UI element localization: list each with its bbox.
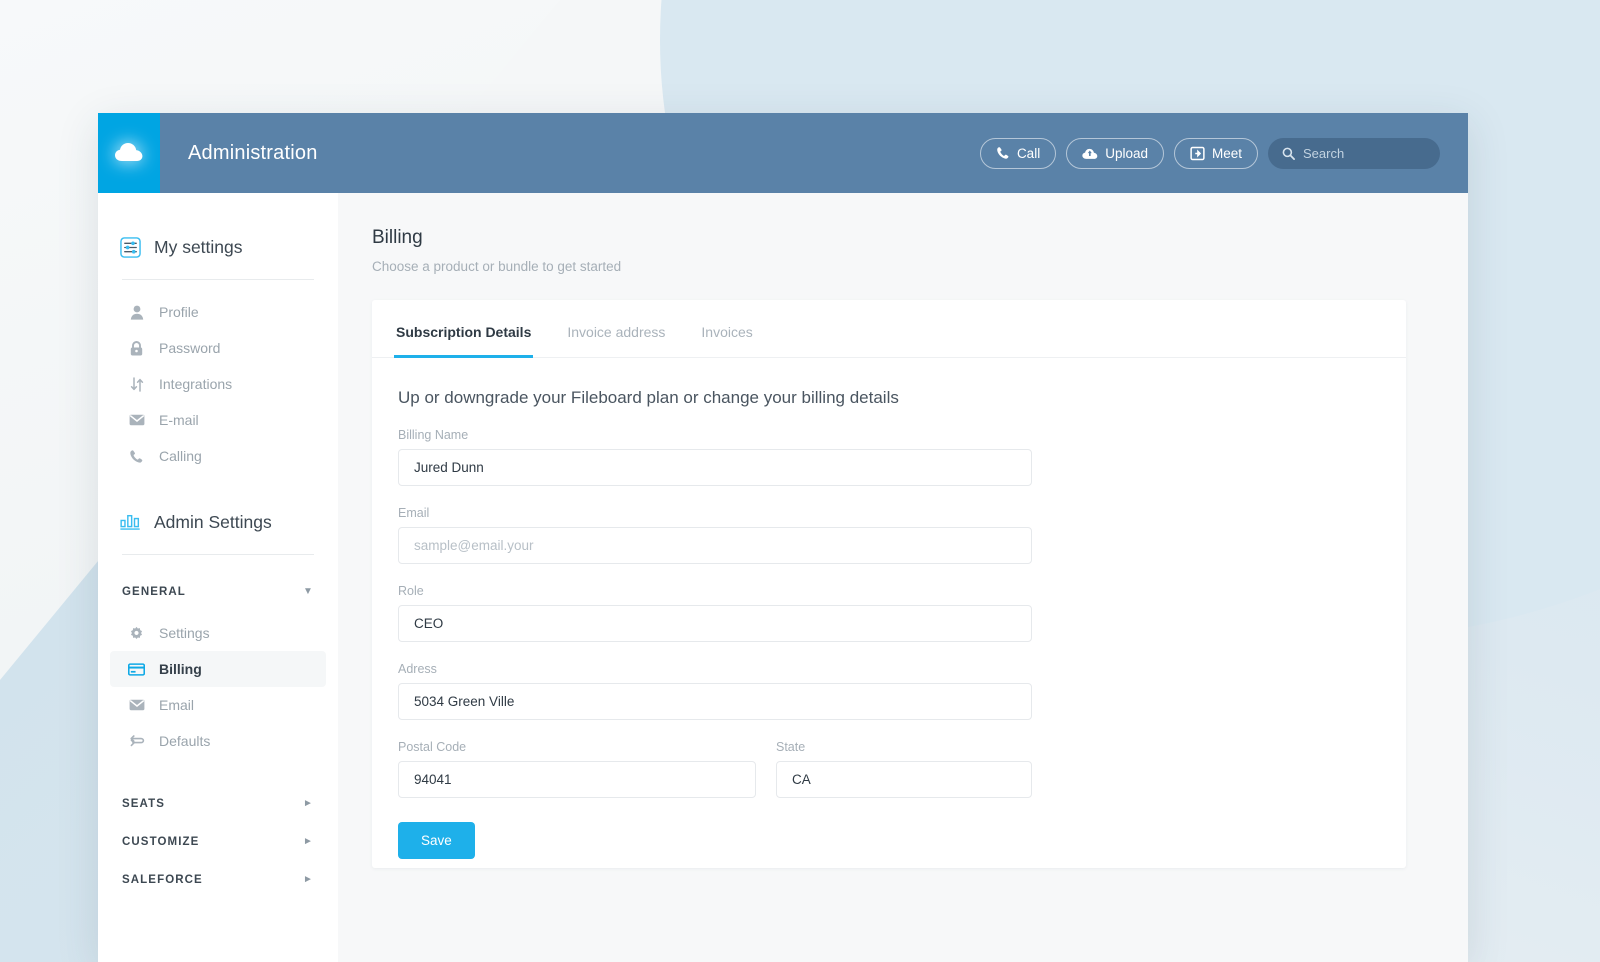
app-logo[interactable] bbox=[98, 113, 160, 193]
general-sub-list: Settings Billing Email Defaults bbox=[98, 615, 338, 759]
sidebar-group-label: SEATS bbox=[122, 798, 165, 810]
upload-button-label: Upload bbox=[1105, 145, 1148, 161]
sidebar-header-admin-settings[interactable]: Admin Settings bbox=[98, 496, 338, 548]
field-role: Role bbox=[398, 584, 1380, 642]
sidebar-item-label: Calling bbox=[159, 448, 202, 464]
cloud-upload-icon bbox=[1082, 148, 1098, 159]
postal-state-row: Postal Code State bbox=[398, 740, 1380, 798]
tab-subscription-details[interactable]: Subscription Details bbox=[394, 300, 534, 358]
sidebar-group-customize[interactable]: CUSTOMIZE ► bbox=[122, 827, 314, 857]
sidebar-group-seats[interactable]: SEATS ► bbox=[122, 789, 314, 819]
sidebar-item-label: Billing bbox=[159, 661, 202, 677]
sidebar-divider bbox=[122, 554, 314, 555]
call-button-label: Call bbox=[1016, 145, 1041, 161]
sidebar-item-label: Integrations bbox=[159, 376, 233, 392]
sidebar-item-label: E-mail bbox=[159, 412, 199, 428]
my-settings-nav-list: Profile Password Integrations E-mail Cal… bbox=[98, 280, 338, 474]
main-content: Billing Choose a product or bundle to ge… bbox=[338, 193, 1468, 962]
sidebar-group-saleforce[interactable]: SALEFORCE ► bbox=[122, 865, 314, 895]
sidebar-item-label: Email bbox=[159, 697, 195, 713]
field-state: State bbox=[776, 740, 1032, 798]
top-bar: Administration Call Upload Meet Search bbox=[98, 113, 1468, 193]
sidebar-item-label: Password bbox=[159, 340, 221, 356]
chevron-right-icon: ► bbox=[303, 798, 314, 809]
sidebar-header-label: Admin Settings bbox=[154, 511, 272, 532]
envelope-icon bbox=[128, 414, 145, 426]
sidebar-group-label: GENERAL bbox=[122, 586, 186, 598]
field-label: State bbox=[776, 740, 806, 754]
field-billing-name: Billing Name bbox=[398, 428, 1380, 486]
field-label: Billing Name bbox=[398, 428, 469, 442]
field-address: Adress bbox=[398, 662, 1380, 720]
sidebar: My settings Profile Password Integration… bbox=[98, 193, 338, 962]
billing-form: Up or downgrade your Fileboard plan or c… bbox=[372, 358, 1406, 859]
billing-card: Subscription Details Invoice address Inv… bbox=[372, 300, 1406, 868]
tab-invoices[interactable]: Invoices bbox=[699, 300, 754, 358]
sliders-icon bbox=[120, 236, 141, 258]
swap-icon bbox=[128, 734, 145, 748]
cloud-icon bbox=[115, 143, 143, 161]
search-icon bbox=[1282, 147, 1295, 160]
meet-button[interactable]: Meet bbox=[1173, 137, 1258, 169]
sidebar-item-profile[interactable]: Profile bbox=[110, 294, 326, 330]
role-input[interactable] bbox=[398, 605, 1032, 642]
upload-button[interactable]: Upload bbox=[1066, 137, 1164, 169]
bar-chart-icon bbox=[120, 514, 140, 530]
field-label: Email bbox=[398, 506, 430, 520]
address-input[interactable] bbox=[398, 683, 1032, 720]
sidebar-item-label: Defaults bbox=[159, 733, 211, 749]
application-window: Administration Call Upload Meet Search M… bbox=[98, 113, 1468, 962]
sidebar-group-label: SALEFORCE bbox=[122, 874, 203, 886]
field-email: Email bbox=[398, 506, 1380, 564]
sidebar-header-my-settings[interactable]: My settings bbox=[98, 221, 338, 273]
sidebar-header-label: My settings bbox=[154, 236, 243, 257]
sidebar-item-label: Profile bbox=[159, 304, 199, 320]
save-button[interactable]: Save bbox=[398, 822, 475, 859]
credit-card-icon bbox=[128, 662, 145, 676]
field-label: Postal Code bbox=[398, 740, 467, 754]
form-heading: Up or downgrade your Fileboard plan or c… bbox=[398, 388, 899, 407]
field-label: Adress bbox=[398, 662, 437, 676]
call-button[interactable]: Call bbox=[979, 137, 1057, 169]
app-title: Administration bbox=[188, 141, 318, 164]
gear-icon bbox=[128, 626, 145, 641]
tab-bar: Subscription Details Invoice address Inv… bbox=[372, 300, 1406, 358]
sidebar-item-settings[interactable]: Settings bbox=[110, 615, 326, 651]
meet-button-label: Meet bbox=[1211, 145, 1242, 161]
sidebar-item-email-admin[interactable]: Email bbox=[110, 687, 326, 723]
screen-share-icon bbox=[1190, 146, 1205, 160]
chevron-down-icon: ▼ bbox=[303, 586, 314, 597]
user-icon bbox=[128, 305, 145, 320]
billing-name-input[interactable] bbox=[398, 449, 1032, 486]
field-label: Role bbox=[398, 584, 424, 598]
lock-icon bbox=[128, 340, 145, 356]
email-input[interactable] bbox=[398, 527, 1032, 564]
sidebar-item-password[interactable]: Password bbox=[110, 330, 326, 366]
window-body: My settings Profile Password Integration… bbox=[98, 193, 1468, 962]
sidebar-item-integrations[interactable]: Integrations bbox=[110, 366, 326, 402]
state-input[interactable] bbox=[776, 761, 1032, 798]
chevron-right-icon: ► bbox=[303, 836, 314, 847]
search-input[interactable] bbox=[1303, 145, 1423, 161]
sidebar-item-calling[interactable]: Calling bbox=[110, 438, 326, 474]
topbar-actions: Call Upload Meet bbox=[979, 137, 1468, 169]
phone-icon bbox=[997, 147, 1009, 159]
chevron-right-icon: ► bbox=[303, 874, 314, 885]
sidebar-item-defaults[interactable]: Defaults bbox=[110, 723, 326, 759]
sidebar-item-billing[interactable]: Billing bbox=[110, 651, 326, 687]
page-title: Billing bbox=[372, 227, 423, 248]
sidebar-item-email[interactable]: E-mail bbox=[110, 402, 326, 438]
field-postal-code: Postal Code bbox=[398, 740, 756, 798]
sidebar-group-label: CUSTOMIZE bbox=[122, 836, 200, 848]
phone-icon bbox=[128, 449, 145, 464]
sidebar-group-general[interactable]: GENERAL ▼ bbox=[122, 577, 314, 607]
postal-code-input[interactable] bbox=[398, 761, 756, 798]
tab-invoice-address[interactable]: Invoice address bbox=[565, 300, 667, 358]
envelope-icon bbox=[128, 699, 145, 711]
page-subtitle: Choose a product or bundle to get starte… bbox=[372, 259, 622, 274]
arrows-updown-icon bbox=[128, 376, 145, 392]
sidebar-item-label: Settings bbox=[159, 625, 210, 641]
search-box[interactable] bbox=[1268, 137, 1440, 169]
